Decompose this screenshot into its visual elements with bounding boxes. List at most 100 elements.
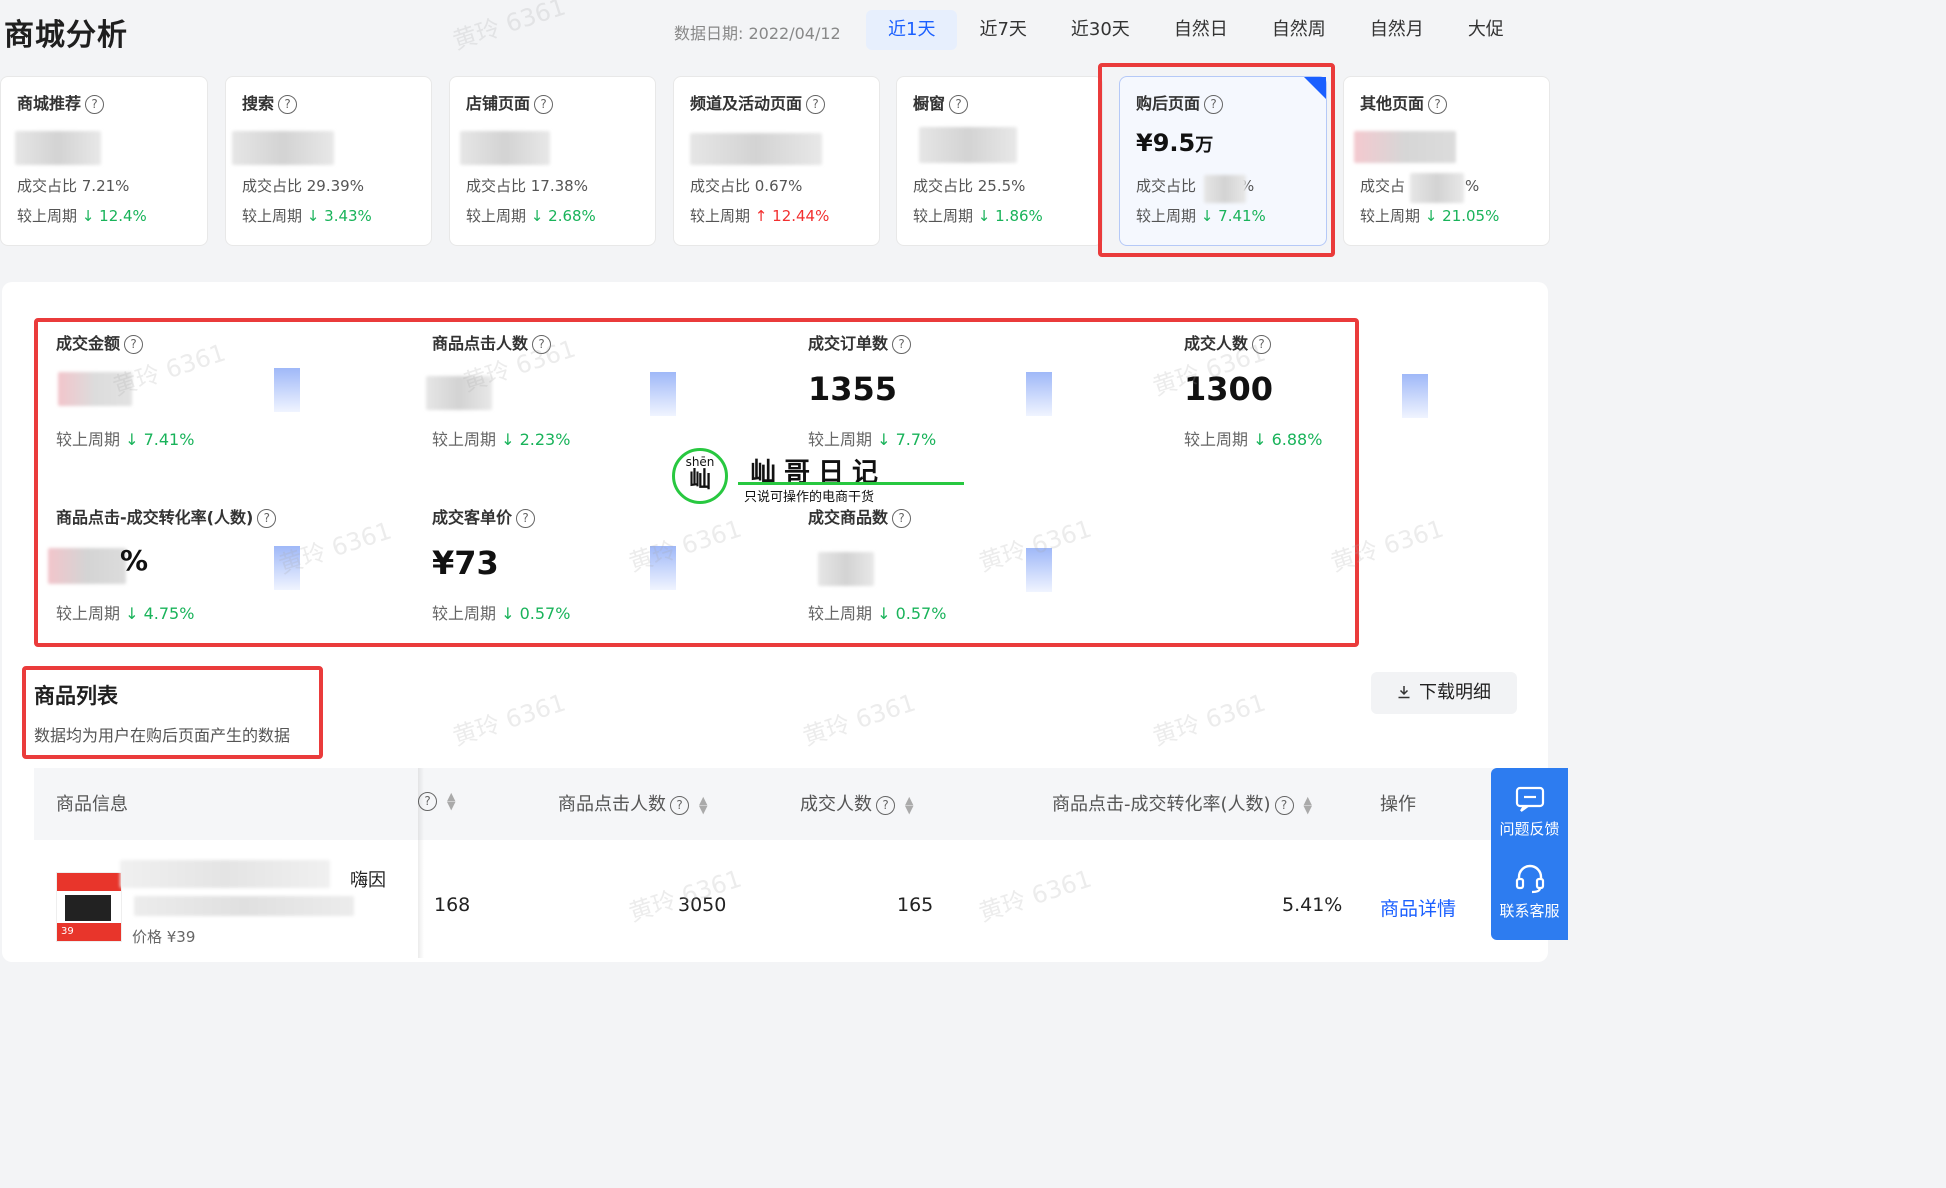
source-card-channel-activity[interactable]: 频道及活动页面? 成交占比 0.67% 较上周期 ↑ 12.44%: [673, 76, 880, 246]
metric-product-click-users-label: 商品点击人数?: [432, 330, 552, 354]
product-price: 价格 ¥39: [132, 928, 196, 946]
sort-icon[interactable]: ▲ ▼: [1304, 795, 1312, 815]
arrow-down-icon: ↓: [501, 430, 515, 449]
tab-natural-week[interactable]: 自然周: [1250, 10, 1348, 50]
watermark: 黄玲 6361: [449, 0, 569, 56]
help-icon[interactable]: ?: [876, 796, 895, 815]
metric-compare: 较上周期 ↓ 0.57%: [808, 604, 947, 623]
source-card-other-pages[interactable]: 其他页面? 成交占% 较上周期 ↓ 21.05%: [1343, 76, 1550, 246]
source-card-showcase[interactable]: 橱窗? 成交占比 25.5% 较上周期 ↓ 1.86%: [896, 76, 1103, 246]
source-card-mall-recommend[interactable]: 商城推荐? 成交占比 7.21% 较上周期 ↓ 12.4%: [0, 76, 208, 246]
help-icon[interactable]: ?: [85, 95, 105, 114]
help-icon[interactable]: ?: [892, 335, 912, 354]
help-icon[interactable]: ?: [1274, 796, 1294, 815]
blurred-value: [460, 131, 550, 165]
date-range-tabs: 近1天 近7天 近30天 自然日 自然周 自然月 大促: [866, 10, 1526, 50]
source-card-shop-page[interactable]: 店铺页面? 成交占比 17.38% 较上周期 ↓ 2.68%: [449, 76, 656, 246]
metric-avg-order-price-label: 成交客单价?: [432, 504, 536, 528]
cell-product-click-users: 3050: [678, 894, 727, 916]
metric-buyers-label: 成交人数?: [1184, 330, 1272, 354]
metric-sparkline: [274, 368, 300, 412]
help-icon[interactable]: ?: [1252, 335, 1272, 354]
source-card-search[interactable]: 搜索? 成交占比 29.39% 较上周期 ↓ 3.43%: [225, 76, 432, 246]
arrow-down-icon: ↓: [877, 430, 891, 449]
metric-compare: 较上周期 ↓ 7.41%: [56, 430, 195, 449]
download-icon: [1398, 686, 1410, 699]
floating-help-panel: 问题反馈 联系客服: [1491, 768, 1568, 940]
metric-sparkline: [650, 546, 676, 590]
help-icon[interactable]: ?: [278, 95, 298, 114]
source-card-title: 商城推荐: [17, 94, 82, 113]
arrow-down-icon: ↓: [530, 207, 544, 225]
logo-slogan: 只说可操作的电商干货: [744, 490, 875, 505]
feedback-button[interactable]: 问题反馈: [1491, 786, 1568, 839]
sort-icon[interactable]: ▲ ▼: [699, 795, 707, 815]
source-compare: 较上周期 ↓ 2.68%: [466, 207, 596, 225]
tab-30days[interactable]: 近30天: [1049, 10, 1152, 50]
feedback-icon: [1515, 786, 1544, 812]
help-icon[interactable]: ?: [257, 509, 277, 528]
arrow-down-icon: ↓: [125, 430, 139, 449]
blurred-value: [426, 376, 492, 410]
help-icon[interactable]: ?: [806, 95, 826, 114]
page-title: 商城分析: [4, 18, 128, 53]
source-share: 成交占比 7.21%: [17, 177, 130, 195]
contact-service-button[interactable]: 联系客服: [1491, 864, 1568, 921]
column-product-click-users: 商品点击人数? ▲ ▼: [558, 794, 708, 816]
source-compare: 较上周期 ↓ 21.05%: [1360, 207, 1500, 225]
download-details-button[interactable]: 下载明细: [1371, 672, 1517, 714]
source-compare: 较上周期 ↑ 12.44%: [690, 207, 830, 225]
product-thumbnail[interactable]: 39: [56, 872, 122, 942]
help-icon[interactable]: ?: [124, 335, 144, 354]
source-card-title: 搜索: [242, 94, 275, 113]
source-share: 成交占比 17.38%: [466, 177, 588, 195]
sort-icon[interactable]: ▲ ▼: [905, 795, 913, 815]
source-share: 成交占比 25.5%: [913, 177, 1026, 195]
blurred-product-name: [134, 896, 354, 916]
blurred-value: [690, 133, 822, 165]
arrow-down-icon: ↓: [1424, 207, 1438, 225]
cell-buyers: 165: [897, 894, 934, 916]
tab-7days[interactable]: 近7天: [957, 10, 1048, 50]
help-icon[interactable]: ?: [1428, 95, 1448, 114]
sort-icon[interactable]: ▲ ▼: [447, 791, 455, 811]
help-icon[interactable]: ?: [532, 335, 552, 354]
tab-natural-day[interactable]: 自然日: [1152, 10, 1250, 50]
source-compare: 较上周期 ↓ 12.4%: [17, 207, 147, 225]
tab-1day[interactable]: 近1天: [866, 10, 958, 50]
help-icon[interactable]: ?: [892, 509, 912, 528]
source-compare: 较上周期 ↓ 3.43%: [242, 207, 372, 225]
product-list-description: 数据均为用户在购后页面产生的数据: [34, 726, 291, 745]
metric-compare: 较上周期 ↓ 4.75%: [56, 604, 195, 623]
source-share: 成交占比 29.39%: [242, 177, 364, 195]
product-detail-link[interactable]: 商品详情: [1380, 894, 1456, 921]
source-compare: 较上周期 ↓ 1.86%: [913, 207, 1043, 225]
arrow-down-icon: ↓: [1253, 430, 1267, 449]
help-icon[interactable]: ?: [516, 509, 536, 528]
metric-conversion-rate-value: %: [120, 544, 149, 577]
metric-orders-label: 成交订单数?: [808, 330, 912, 354]
blurred-value: [58, 372, 132, 406]
metric-conversion-rate-label: 商品点击-成交转化率(人数)?: [56, 504, 277, 528]
highlight-box-selected-card: [1098, 63, 1335, 257]
source-card-title: 其他页面: [1360, 94, 1425, 113]
metric-gmv-label: 成交金额?: [56, 330, 144, 354]
metric-compare: 较上周期 ↓ 6.88%: [1184, 430, 1323, 449]
tab-promotion[interactable]: 大促: [1446, 10, 1526, 50]
blurred-value: [818, 552, 874, 586]
blurred-value: [919, 127, 1017, 163]
help-icon[interactable]: ?: [670, 796, 689, 815]
help-icon[interactable]: ?: [534, 95, 554, 114]
help-icon[interactable]: ?: [949, 95, 969, 114]
arrow-up-icon: ↑: [754, 207, 768, 225]
source-card-title: 频道及活动页面: [690, 94, 803, 113]
metric-orders-value: 1355: [808, 370, 898, 408]
arrow-down-icon: ↓: [501, 604, 515, 623]
source-card-title: 店铺页面: [466, 94, 531, 113]
arrow-down-icon: ↓: [877, 604, 891, 623]
tab-natural-month[interactable]: 自然月: [1348, 10, 1446, 50]
metric-compare: 较上周期 ↓ 0.57%: [432, 604, 571, 623]
metric-sparkline: [1026, 372, 1052, 416]
metric-sparkline: [274, 546, 300, 590]
source-share: 成交占比 0.67%: [690, 177, 803, 195]
